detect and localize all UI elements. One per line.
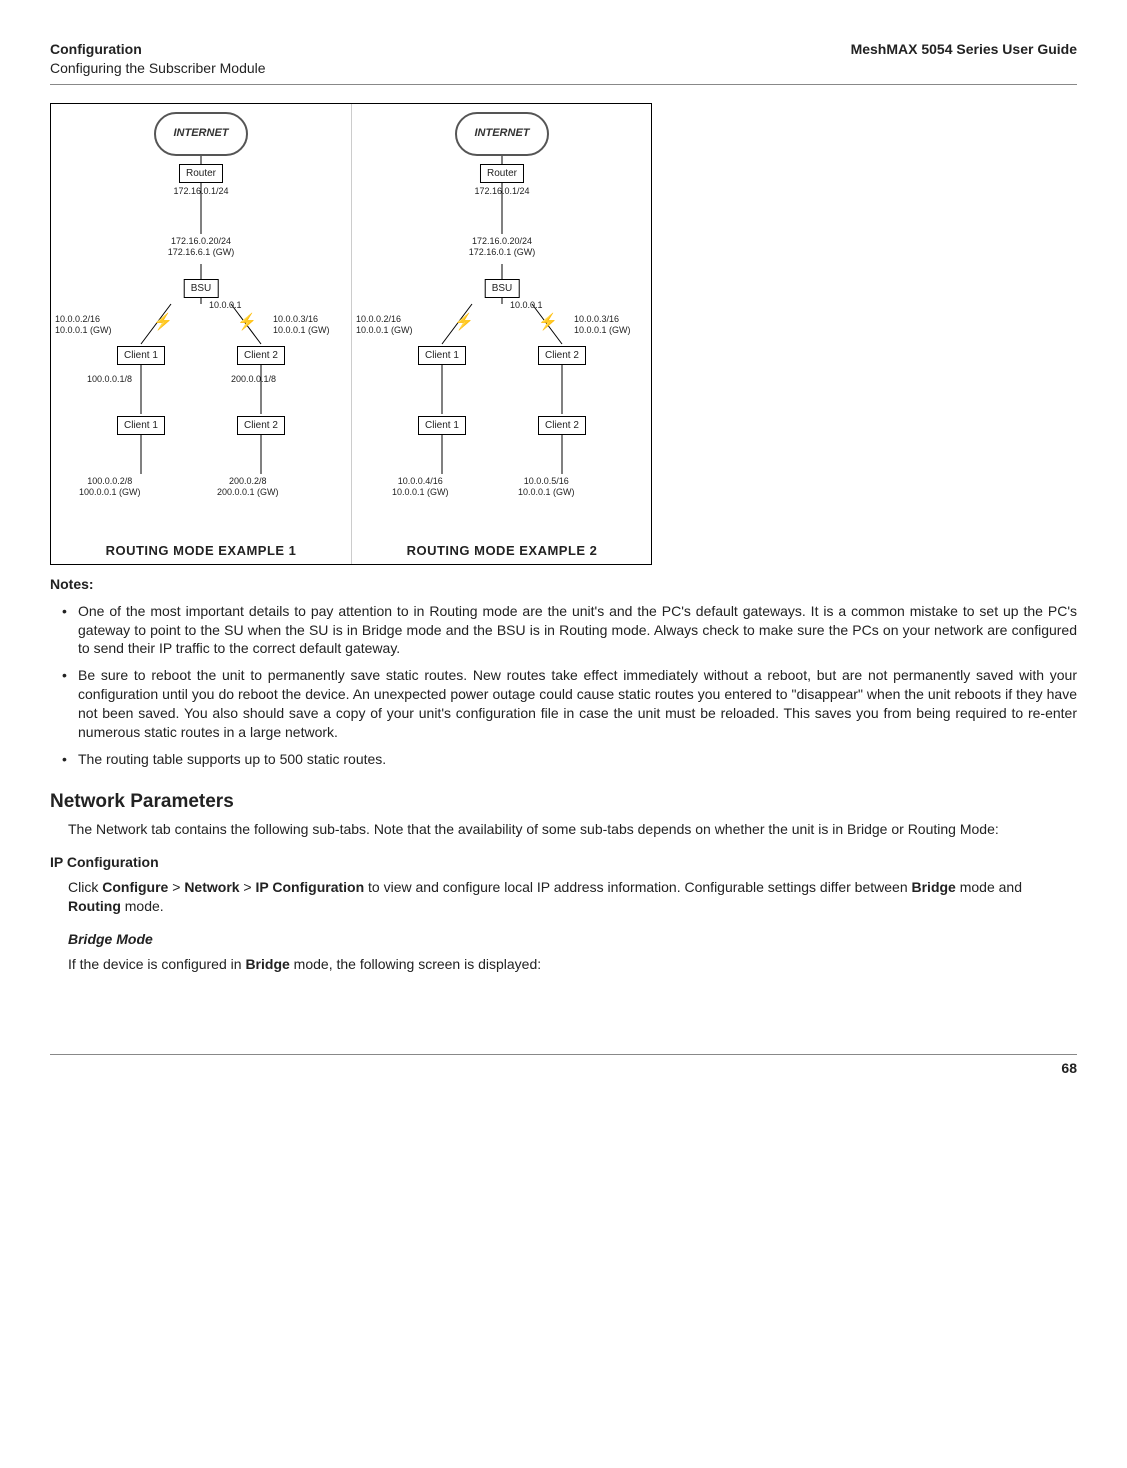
note-item: One of the most important details to pay… [50,602,1077,659]
client1-low-ip: 10.0.0.4/1610.0.0.1 (GW) [392,476,449,498]
notes-list: One of the most important details to pay… [50,602,1077,769]
client2-low-ip: 200.0.2/8200.0.0.1 (GW) [217,476,279,498]
bsu-upper-ip: 172.16.0.20/24172.16.0.1 (GW) [469,236,536,258]
bsu-ip: 10.0.0.1 [209,300,242,311]
client2-lower-box: Client 2 [538,416,586,436]
page-footer: 68 [50,1054,1077,1078]
ip-configuration-text: Click Configure > Network > IP Configura… [68,878,1077,916]
client1-upper-ip: 10.0.0.2/1610.0.0.1 (GW) [55,314,112,336]
internet-cloud: INTERNET [154,112,248,156]
client1-upper-ip: 10.0.0.2/1610.0.0.1 (GW) [356,314,413,336]
notes-heading: Notes: [50,575,1077,594]
bsu-upper-ip: 172.16.0.20/24172.16.6.1 (GW) [168,236,235,258]
header-right: MeshMAX 5054 Series User Guide [851,40,1077,78]
page-number: 68 [1061,1060,1077,1076]
routing-diagram: INTERNET Router 172.16.0.1/24 172.16.0.2… [50,103,652,565]
network-parameters-intro: The Network tab contains the following s… [68,820,1077,839]
bridge-mode-text: If the device is configured in Bridge mo… [68,955,1077,974]
diagram-example-2: INTERNET Router 172.16.0.1/24 172.16.0.2… [351,104,652,564]
header-left: Configuration Configuring the Subscriber… [50,40,266,78]
note-item: Be sure to reboot the unit to permanentl… [50,666,1077,742]
bridge-mode-heading: Bridge Mode [68,930,1077,949]
router-box: Router [179,164,223,184]
network-parameters-heading: Network Parameters [50,789,1077,815]
router-box: Router [480,164,524,184]
header-title: Configuration [50,41,142,57]
client2-box: Client 2 [538,346,586,366]
client1-box: Client 1 [418,346,466,366]
client2-box: Client 2 [237,346,285,366]
bolt-icon: ⚡ [237,312,257,334]
bolt-icon: ⚡ [153,312,173,334]
router-ip: 172.16.0.1/24 [474,186,529,197]
note-item: The routing table supports up to 500 sta… [50,750,1077,769]
page-header: Configuration Configuring the Subscriber… [50,40,1077,85]
client2-low-ip: 10.0.0.5/1610.0.0.1 (GW) [518,476,575,498]
client1-lower-box: Client 1 [418,416,466,436]
internet-cloud: INTERNET [455,112,549,156]
header-subtitle: Configuring the Subscriber Module [50,59,266,78]
client1-lower-box: Client 1 [117,416,165,436]
diagram-example-1: INTERNET Router 172.16.0.1/24 172.16.0.2… [51,104,351,564]
bolt-icon: ⚡ [454,312,474,334]
client1-box: Client 1 [117,346,165,366]
example2-caption: ROUTING MODE EXAMPLE 2 [352,542,652,560]
client2-upper-ip: 10.0.0.3/1610.0.0.1 (GW) [574,314,631,336]
client1-low-ip: 100.0.0.2/8100.0.0.1 (GW) [79,476,141,498]
client1-mid-ip: 100.0.0.1/8 [87,374,132,385]
ip-configuration-heading: IP Configuration [50,853,1077,872]
router-ip: 172.16.0.1/24 [173,186,228,197]
bolt-icon: ⚡ [538,312,558,334]
client2-lower-box: Client 2 [237,416,285,436]
client2-mid-ip: 200.0.0.1/8 [231,374,276,385]
bsu-box: BSU [485,279,520,299]
example1-caption: ROUTING MODE EXAMPLE 1 [51,542,351,560]
bsu-ip: 10.0.0.1 [510,300,543,311]
client2-upper-ip: 10.0.0.3/1610.0.0.1 (GW) [273,314,330,336]
bsu-box: BSU [184,279,219,299]
